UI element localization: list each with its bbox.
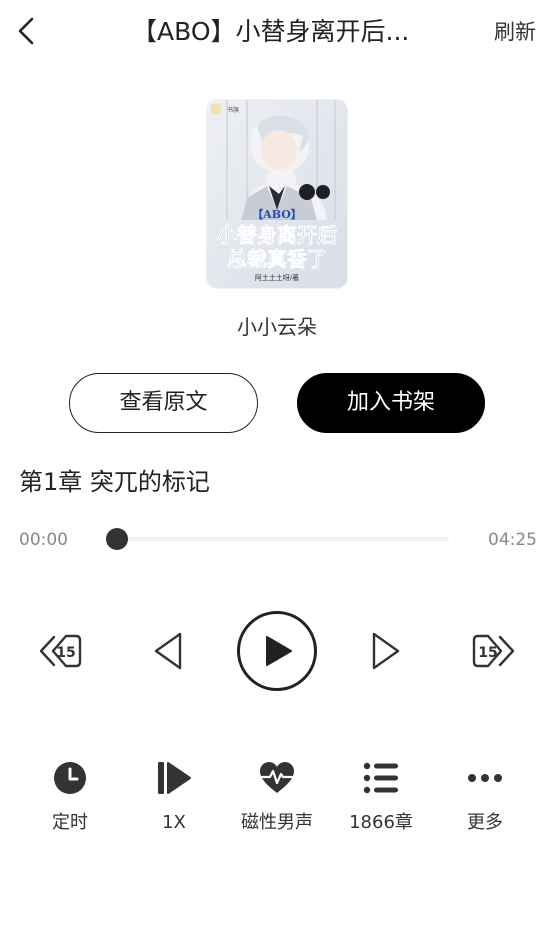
progress-thumb[interactable] — [106, 528, 128, 550]
voice-button[interactable]: 磁性男声 — [232, 757, 322, 839]
book-cover[interactable]: 书旗 【ABO】 小替身离开后 总裁真香了 阿土土土呀/著 — [207, 100, 347, 288]
total-time: 04:25 — [488, 530, 537, 550]
svg-text:15: 15 — [478, 645, 497, 661]
view-original-button[interactable]: 查看原文 — [69, 373, 258, 433]
next-chapter-button[interactable] — [366, 628, 406, 674]
heart-pulse-icon — [260, 762, 294, 793]
progress-track[interactable] — [117, 537, 449, 541]
more-button[interactable]: 更多 — [440, 757, 530, 839]
speed-button[interactable]: 1X — [129, 757, 219, 839]
previous-chapter-button[interactable] — [148, 628, 188, 674]
svg-text:书旗: 书旗 — [227, 106, 239, 114]
back-button[interactable] — [10, 14, 44, 48]
current-time: 00:00 — [19, 530, 68, 550]
forward-15-icon: 15 — [472, 634, 515, 668]
svg-text:15: 15 — [56, 645, 75, 661]
rewind-15-icon: 15 — [39, 634, 82, 668]
chapters-button[interactable]: 1866章 — [336, 757, 426, 839]
svg-text:总裁真香了: 总裁真香了 — [227, 247, 327, 271]
speed-icon — [158, 762, 191, 794]
cover-illustration: 书旗 【ABO】 小替身离开后 总裁真香了 阿土土土呀/著 — [207, 100, 347, 288]
forward-15-button[interactable]: 15 — [472, 628, 518, 674]
rewind-15-button[interactable]: 15 — [36, 628, 82, 674]
speed-label: 1X — [162, 812, 186, 833]
list-icon — [363, 762, 398, 794]
clock-icon — [54, 762, 86, 794]
header: 【ABO】小替身离开后... 刷新 — [0, 0, 545, 64]
triangle-right-icon — [372, 632, 400, 670]
play-button[interactable] — [236, 610, 318, 692]
chapters-label: 1866章 — [349, 812, 413, 833]
timer-label: 定时 — [52, 812, 88, 833]
more-dots-icon — [468, 774, 502, 782]
svg-text:【ABO】: 【ABO】 — [252, 208, 302, 221]
svg-text:小替身离开后: 小替身离开后 — [217, 223, 337, 247]
chevron-left-icon — [18, 17, 34, 45]
timer-button[interactable]: 定时 — [25, 757, 115, 839]
chapter-title: 第1章 突兀的标记 — [19, 468, 210, 496]
voice-label: 磁性男声 — [241, 812, 313, 833]
triangle-left-icon — [154, 632, 182, 670]
page-title: 【ABO】小替身离开后... — [132, 17, 410, 46]
book-author: 小小云朵 — [237, 315, 317, 339]
more-label: 更多 — [467, 812, 503, 833]
add-to-shelf-button[interactable]: 加入书架 — [297, 373, 485, 433]
play-icon — [237, 611, 317, 691]
refresh-button[interactable]: 刷新 — [494, 14, 536, 50]
svg-text:阿土土土呀/著: 阿土土土呀/著 — [255, 273, 299, 282]
